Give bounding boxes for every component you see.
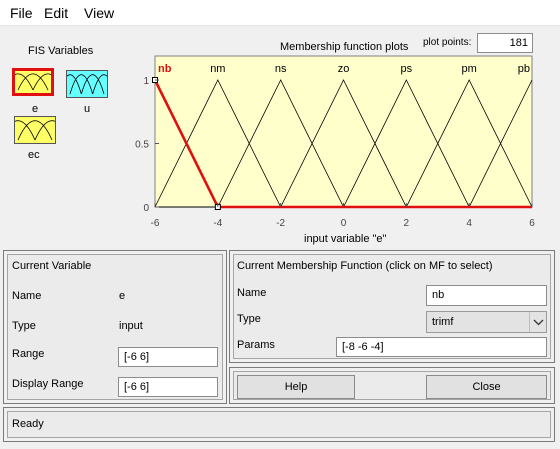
cv-name-label: Name [12,290,42,302]
variable-mf-icon [15,120,55,141]
chevron-down-icon[interactable] [529,312,546,332]
x-tick-label: -2 [276,218,285,229]
mf-line-ns[interactable] [155,79,532,208]
status-panel: Ready [3,407,555,442]
mf-label-nb[interactable]: nb [158,63,172,75]
menu-bar: File Edit View [0,0,560,26]
mf-line-pb[interactable] [155,79,533,208]
y-tick-label: 0.5 [135,140,149,151]
plot-title: Membership function plots [280,41,409,53]
mf-name-label: Name [237,287,267,299]
mf-label-pm[interactable]: pm [462,63,477,75]
mf-label-zo[interactable]: zo [338,63,350,75]
mf-line-pm[interactable] [155,79,533,208]
plot-points-label: plot points: [423,37,472,48]
mf-label-ns[interactable]: ns [275,63,287,75]
variable-ec-label: ec [28,149,40,161]
fis-variables-title: FIS Variables [28,45,94,57]
mf-type-select[interactable]: trimf [426,311,547,333]
mf-line-nm[interactable] [154,79,532,208]
mf-line-nb[interactable] [153,79,532,209]
help-button[interactable]: Help [237,375,355,399]
variable-mf-icon [67,74,107,95]
plot-area [154,55,533,208]
y-tick-label: 1 [143,76,149,87]
x-tick-label: 0 [341,218,347,229]
current-variable-panel: Current Variable Name e Type input Range… [3,250,227,404]
mf-line-zo[interactable] [155,79,532,208]
buttons-panel: Help Close [229,367,555,404]
current-mf-title: Current Membership Function (click on MF… [237,260,493,272]
mf-vertex-handle[interactable] [214,204,221,210]
x-tick-label: -6 [151,218,160,229]
variable-e-label: e [32,103,39,115]
current-variable-title: Current Variable [12,260,92,272]
cv-range-label: Range [12,348,45,360]
plot-xlabel: input variable "e" [304,233,387,245]
mf-type-label: Type [237,313,261,325]
menu-view[interactable]: View [84,5,114,21]
x-tick-label: 4 [466,218,472,229]
x-tick-label: 6 [529,218,535,229]
mf-type-value: trimf [432,316,454,328]
menu-file[interactable]: File [10,5,33,21]
mf-name-input[interactable]: nb [426,285,547,306]
cv-display-range-label: Display Range [12,378,84,390]
variable-mf-icon [15,73,51,91]
cv-display-range-input[interactable]: [-6 6] [118,377,218,397]
y-tick-label: 0 [143,203,149,214]
cv-range-input[interactable]: [-6 6] [118,347,218,367]
variable-u-label: u [84,103,91,115]
mf-vertex-handle[interactable] [152,77,158,83]
cv-type-value: input [119,320,143,332]
variable-u-icon[interactable] [66,70,108,98]
variable-ec-icon[interactable] [14,116,56,144]
plot-points-input[interactable]: 181 [477,33,533,53]
mf-params-input[interactable]: [-8 -6 -4] [336,337,547,357]
mf-params-label: Params [237,339,275,351]
mf-label-ps[interactable]: ps [401,63,413,75]
mf-line-ps[interactable] [155,79,532,208]
variable-e-icon[interactable] [12,68,54,96]
menu-edit[interactable]: Edit [44,5,68,21]
x-tick-label: -4 [213,218,222,229]
cv-type-label: Type [12,320,36,332]
x-tick-label: 2 [404,218,410,229]
status-text: Ready [12,418,44,430]
close-button[interactable]: Close [426,375,547,399]
mf-label-nm[interactable]: nm [210,63,225,75]
current-mf-panel: Current Membership Function (click on MF… [229,250,555,363]
mf-label-pb[interactable]: pb [518,63,530,75]
cv-name-value: e [119,290,126,302]
